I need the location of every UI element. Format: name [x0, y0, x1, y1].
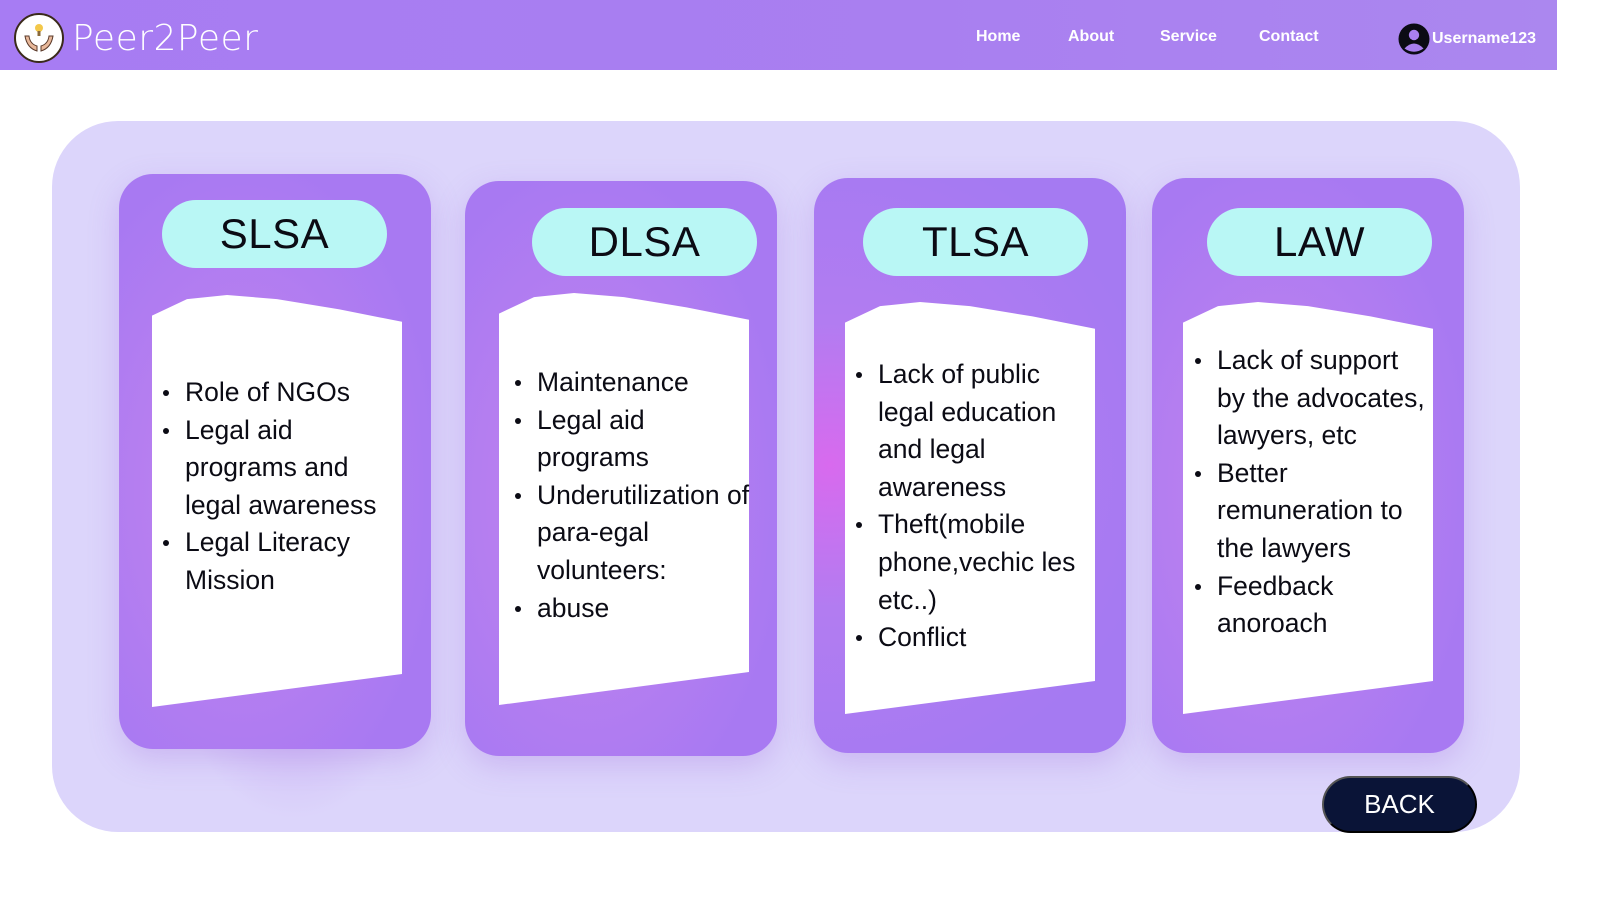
list-item: Theft(mobile phone,vechic les etc..): [854, 506, 1084, 619]
nav-about[interactable]: About: [1068, 28, 1114, 46]
card-title: TLSA: [863, 208, 1088, 276]
list-item: Maintenance: [513, 364, 763, 402]
logo-icon: [14, 13, 64, 63]
card-title: LAW: [1207, 208, 1432, 276]
card-law: LAW Lack of support by the advocates, la…: [1152, 178, 1464, 753]
list-item: abuse: [513, 590, 763, 628]
list-item: Lack of support by the advocates, lawyer…: [1193, 342, 1433, 455]
nav-contact[interactable]: Contact: [1259, 28, 1319, 46]
card-slsa: SLSA Role of NGOs Legal aid programs and…: [119, 174, 431, 749]
brand-name: Peer2Peer: [72, 17, 259, 59]
list-item: Better remuneration to the lawyers: [1193, 455, 1433, 568]
list-item: Legal aid programs: [513, 402, 763, 477]
list-item: Legal aid programs and legal awareness: [161, 412, 401, 525]
username-label: Username123: [1432, 30, 1537, 47]
card-dlsa: DLSA Maintenance Legal aid programs Unde…: [465, 181, 777, 756]
list-item: Feedback anoroach: [1193, 568, 1433, 643]
back-button[interactable]: BACK: [1322, 776, 1477, 833]
user-menu[interactable]: Username123: [1398, 23, 1536, 55]
card-title: DLSA: [532, 208, 757, 276]
list-item: Role of NGOs: [161, 374, 401, 412]
card-list: Maintenance Legal aid programs Underutil…: [513, 364, 763, 627]
card-title: SLSA: [162, 200, 387, 268]
list-item: Lack of public legal education and legal…: [854, 356, 1084, 506]
list-item: Conflict: [854, 619, 1084, 657]
card-list: Lack of support by the advocates, lawyer…: [1193, 342, 1433, 643]
top-navbar: Peer2Peer Home About Service Contact Use…: [0, 0, 1557, 70]
brand-logo-link[interactable]: Peer2Peer: [14, 13, 258, 63]
nav-home[interactable]: Home: [976, 28, 1020, 46]
list-item: Legal Literacy Mission: [161, 524, 401, 599]
nav-service[interactable]: Service: [1160, 28, 1217, 46]
list-item: Underutilization of para-egal volunteers…: [513, 477, 763, 590]
card-list: Role of NGOs Legal aid programs and lega…: [161, 374, 401, 600]
user-avatar-icon: [1398, 23, 1430, 55]
card-list: Lack of public legal education and legal…: [854, 356, 1084, 657]
card-tlsa: TLSA Lack of public legal education and …: [814, 178, 1126, 753]
